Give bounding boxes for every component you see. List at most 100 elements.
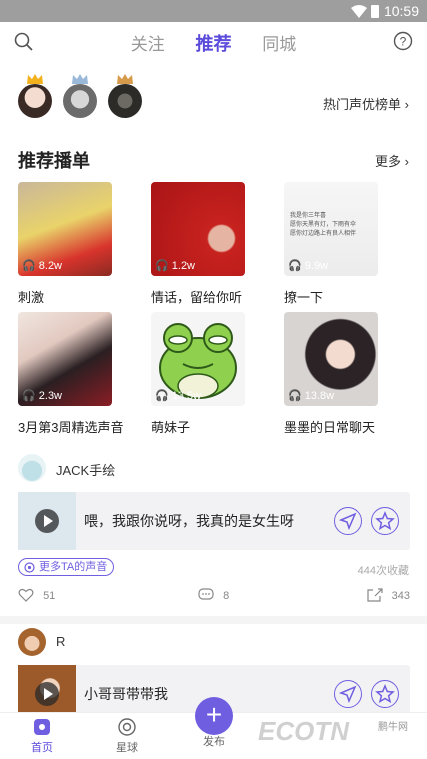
playlist-title: 萌妹子 xyxy=(151,420,191,435)
voice-text: 喂，我跟你说呀，我真的是女生呀 xyxy=(84,513,294,529)
playlist-title: 情话，留给你听 xyxy=(151,290,243,305)
avatar[interactable] xyxy=(108,74,142,118)
feed-tabs: 关注 推荐 同城 xyxy=(0,30,427,56)
share-button[interactable] xyxy=(334,680,362,708)
avatar[interactable] xyxy=(18,74,52,118)
repost-button[interactable]: 343 xyxy=(366,588,410,602)
chevron-right-icon: › xyxy=(404,154,409,169)
watermark-text: 鹏牛网 xyxy=(378,722,408,733)
play-count: 🎧 2.3w xyxy=(22,390,63,402)
nav-home-label: 首页 xyxy=(31,742,53,754)
voice-icon xyxy=(24,562,35,573)
star-icon xyxy=(375,684,395,704)
like-button[interactable]: 51 xyxy=(18,588,55,602)
crown-icon xyxy=(72,74,88,84)
feed-user[interactable]: R xyxy=(18,628,410,658)
playlist-card[interactable]: 🎧 13.5w 萌妹子 xyxy=(151,312,245,436)
headphones-icon: 🎧 xyxy=(22,390,36,402)
playlist-cover: 我是你三年喜 愿你天黑有灯，下雨有伞 愿你灯边路上有良人相伴 🎧 9.9w xyxy=(284,182,378,276)
send-icon xyxy=(338,685,357,704)
section-title: 推荐播单 xyxy=(18,151,90,171)
cover-caption: 我是你三年喜 愿你天黑有灯，下雨有伞 愿你灯边路上有良人相伴 xyxy=(290,213,357,237)
voice-player[interactable]: 喂，我跟你说呀，我真的是女生呀 xyxy=(18,492,410,550)
nav-home[interactable]: 首页 xyxy=(12,717,72,755)
username[interactable]: JACK手绘 xyxy=(56,460,115,479)
playlist-card[interactable]: 🎧 8.2w 刺激 xyxy=(18,182,112,306)
plus-icon: + xyxy=(205,699,223,730)
share-icon xyxy=(366,588,383,602)
voice-text: 小哥哥带带我 xyxy=(84,686,168,702)
comment-count: 8 xyxy=(223,590,230,602)
headphones-icon: 🎧 xyxy=(288,390,302,402)
playlist-title: 3月第3周精选声音 xyxy=(18,420,124,435)
nav-publish-label: 发布 xyxy=(203,736,225,748)
playlist-title: 撩一下 xyxy=(284,290,324,305)
nav-planet-label: 星球 xyxy=(116,742,138,754)
avatar[interactable] xyxy=(18,628,46,656)
play-button[interactable] xyxy=(35,509,59,533)
headphones-icon: 🎧 xyxy=(155,260,169,272)
nav-publish[interactable]: 发布 xyxy=(184,733,244,749)
favorite-count: 444次收藏 xyxy=(357,565,409,577)
comment-icon xyxy=(198,588,214,600)
more-voices-button[interactable]: 更多TA的声音 xyxy=(18,558,115,576)
play-count: 🎧 9.9w xyxy=(288,260,329,272)
playlist-card[interactable]: 🎧 1.2w 情话，留给你听 xyxy=(151,182,245,306)
play-count: 🎧 1.2w xyxy=(155,260,196,272)
feed-stats: 51 8 343 xyxy=(18,588,410,606)
playlist-cover: 🎧 13.8w xyxy=(284,312,378,406)
play-count: 🎧 8.2w xyxy=(22,260,63,272)
more-link[interactable]: 更多 › xyxy=(375,151,409,170)
playlist-card[interactable]: 🎧 13.8w 墨墨的日常聊天 xyxy=(284,312,378,436)
tab-recommend[interactable]: 推荐 xyxy=(196,30,232,56)
headphones-icon: 🎧 xyxy=(155,390,169,402)
play-count: 🎧 13.8w xyxy=(288,390,335,402)
playlist-title: 刺激 xyxy=(18,290,45,305)
top-nav: 关注 推荐 同城 ? xyxy=(0,22,427,66)
wifi-icon xyxy=(351,5,367,18)
playlist-cover: 🎧 2.3w xyxy=(18,312,112,406)
playlist-cover: 🎧 13.5w xyxy=(151,312,245,406)
help-icon[interactable]: ? xyxy=(393,31,413,51)
clock: 10:59 xyxy=(383,3,419,19)
divider xyxy=(0,616,427,624)
favorite-button[interactable] xyxy=(371,680,399,708)
playlist-title: 墨墨的日常聊天 xyxy=(284,420,376,435)
share-count: 343 xyxy=(391,590,410,602)
home-icon xyxy=(34,719,50,735)
comment-button[interactable]: 8 xyxy=(198,588,229,602)
status-bar: 10:59 xyxy=(0,0,427,22)
playlist-card[interactable]: 我是你三年喜 愿你天黑有灯，下雨有伞 愿你灯边路上有良人相伴 🎧 9.9w 撩一… xyxy=(284,182,378,306)
chevron-right-icon: › xyxy=(404,97,409,112)
play-icon xyxy=(44,688,53,700)
star-icon xyxy=(375,511,395,531)
battery-icon xyxy=(371,5,379,18)
favorite-button[interactable] xyxy=(371,507,399,535)
crown-icon xyxy=(27,74,43,84)
voice-actor-ranking[interactable]: 热门声优榜单 › xyxy=(0,74,427,128)
crown-icon xyxy=(117,74,133,84)
nav-planet[interactable]: 星球 xyxy=(97,717,157,755)
heart-icon xyxy=(18,588,34,602)
voice-thumbnail xyxy=(18,492,76,550)
feed-user[interactable]: JACK手绘 xyxy=(18,454,410,484)
ranking-link-label: 热门声优榜单 xyxy=(323,97,402,112)
share-button[interactable] xyxy=(334,507,362,535)
avatar[interactable] xyxy=(18,454,46,482)
tab-following[interactable]: 关注 xyxy=(131,30,165,55)
avatar[interactable] xyxy=(63,74,97,118)
headphones-icon: 🎧 xyxy=(288,260,302,272)
playlist-cover: 🎧 8.2w xyxy=(18,182,112,276)
play-icon xyxy=(44,515,53,527)
publish-button[interactable]: + xyxy=(195,697,233,735)
playlist-card[interactable]: 🎧 2.3w 3月第3周精选声音 xyxy=(18,312,124,436)
play-count: 🎧 13.5w xyxy=(155,390,202,402)
username[interactable]: R xyxy=(56,634,65,649)
headphones-icon: 🎧 xyxy=(22,260,36,272)
playlist-cover: 🎧 1.2w xyxy=(151,182,245,276)
tab-local[interactable]: 同城 xyxy=(262,30,296,55)
ranking-link[interactable]: 热门声优榜单 › xyxy=(323,94,409,113)
more-voices-label: 更多TA的声音 xyxy=(39,561,108,573)
play-button[interactable] xyxy=(35,682,59,706)
watermark-logo: ECOTN xyxy=(258,716,349,746)
